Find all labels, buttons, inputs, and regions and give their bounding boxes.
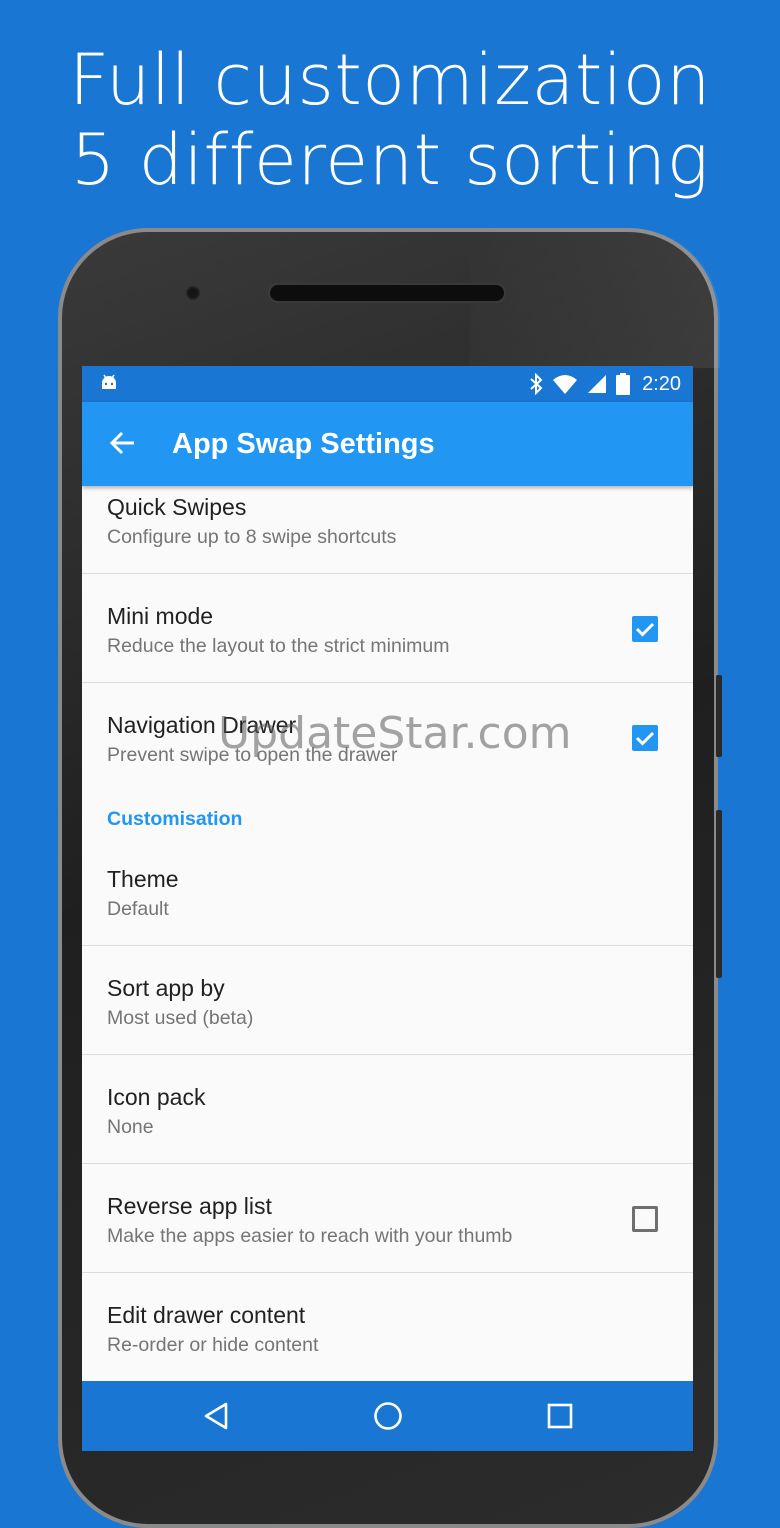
- mini-mode-checkbox[interactable]: [632, 616, 658, 642]
- navigation-bar: [82, 1381, 693, 1451]
- power-button: [716, 675, 722, 757]
- recents-square-icon[interactable]: [542, 1398, 578, 1434]
- pref-icon-pack[interactable]: Icon pack None: [82, 1055, 693, 1164]
- pref-title: Sort app by: [107, 975, 225, 1001]
- pref-title: Theme: [107, 866, 179, 892]
- section-label: Customisation: [107, 808, 243, 830]
- app-bar: App Swap Settings: [82, 402, 693, 486]
- pref-subtitle: Most used (beta): [107, 1007, 254, 1029]
- pref-subtitle: Default: [107, 898, 169, 920]
- volume-button: [716, 810, 722, 978]
- reverse-app-list-checkbox[interactable]: [632, 1206, 658, 1232]
- watermark-text: UpdateStar.com: [218, 708, 572, 759]
- home-circle-icon[interactable]: [370, 1398, 406, 1434]
- phone-sheen: [470, 228, 720, 368]
- pref-mini-mode[interactable]: Mini mode Reduce the layout to the stric…: [82, 574, 693, 683]
- pref-title: Edit drawer content: [107, 1302, 306, 1328]
- pref-subtitle: Reduce the layout to the strict minimum: [107, 635, 450, 657]
- navigation-drawer-checkbox[interactable]: [632, 725, 658, 751]
- promo-line-1: Full customization: [69, 39, 711, 121]
- wifi-icon: [553, 375, 578, 394]
- settings-list: Quick Swipes Configure up to 8 swipe sho…: [82, 486, 693, 1382]
- battery-icon: [616, 373, 631, 395]
- pref-subtitle: None: [107, 1116, 154, 1138]
- earpiece-speaker: [268, 283, 506, 303]
- promo-line-2: 5 different sorting: [70, 119, 710, 201]
- pref-title: Reverse app list: [107, 1193, 272, 1219]
- bluetooth-icon: [530, 373, 543, 395]
- pref-reverse-app-list[interactable]: Reverse app list Make the apps easier to…: [82, 1164, 693, 1273]
- promo-headline: Full customization 5 different sorting: [0, 40, 780, 200]
- pref-title: Mini mode: [107, 603, 214, 629]
- pref-sort-app-by[interactable]: Sort app by Most used (beta): [82, 946, 693, 1055]
- front-camera: [186, 286, 200, 300]
- page-title: App Swap Settings: [172, 428, 435, 460]
- pref-edit-drawer-content[interactable]: Edit drawer content Re-order or hide con…: [82, 1273, 693, 1382]
- pref-subtitle: Re-order or hide content: [107, 1334, 319, 1356]
- phone-screen: 2:20 App Swap Settings Quick Swipes Conf…: [82, 366, 693, 1451]
- clock: 2:20: [642, 372, 681, 395]
- section-header-customisation: Customisation: [82, 792, 693, 854]
- pref-subtitle: Configure up to 8 swipe shortcuts: [107, 526, 397, 548]
- arrow-left-icon[interactable]: [108, 428, 138, 458]
- pref-title: Icon pack: [107, 1084, 206, 1110]
- pref-subtitle: Make the apps easier to reach with your …: [107, 1225, 513, 1247]
- back-triangle-icon[interactable]: [199, 1398, 235, 1434]
- pref-quick-swipes[interactable]: Quick Swipes Configure up to 8 swipe sho…: [82, 486, 693, 574]
- status-bar: 2:20: [82, 366, 693, 402]
- pref-title: Quick Swipes: [107, 494, 247, 520]
- signal-icon: [588, 375, 607, 393]
- android-icon: [102, 374, 116, 389]
- pref-theme[interactable]: Theme Default: [82, 854, 693, 946]
